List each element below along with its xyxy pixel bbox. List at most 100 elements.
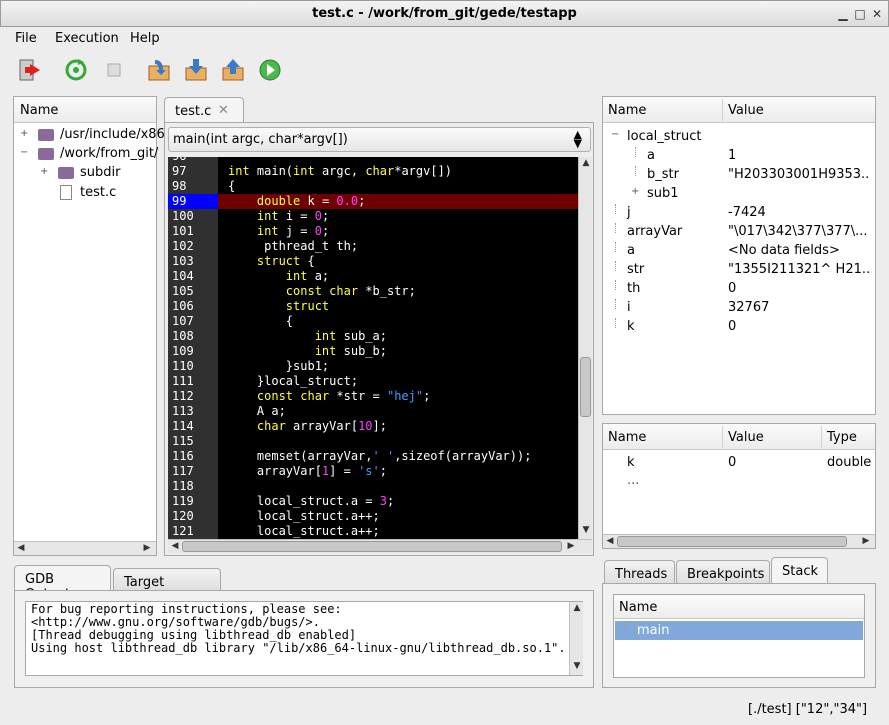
locals-row[interactable]: + sub1	[603, 185, 875, 203]
locals-row-value: 1	[728, 148, 737, 163]
tab-stack[interactable]: Stack	[771, 557, 828, 584]
locals-row[interactable]: a <No data fields>	[603, 242, 875, 260]
gdb-output-text[interactable]: For bug reporting instructions, please s…	[25, 601, 583, 676]
tab-threads[interactable]: Threads	[604, 560, 675, 584]
hscroll-thumb[interactable]	[617, 536, 847, 547]
stack-panel: Name main	[602, 583, 876, 688]
line-number[interactable]: 105	[168, 284, 218, 299]
line-number[interactable]: 116	[168, 449, 218, 464]
step-into-icon[interactable]	[145, 56, 173, 84]
code-line: int j = 0;	[256, 224, 330, 238]
watch-row-name[interactable]: k	[627, 455, 635, 470]
collapse-icon[interactable]: −	[20, 147, 28, 158]
close-icon[interactable]: ✕	[869, 6, 885, 22]
maximize-icon[interactable]: □	[852, 6, 868, 22]
editor-panel: main(int argc, char*argv[]) ▲▼ 9697 int m…	[164, 122, 594, 556]
line-number[interactable]: 103	[168, 254, 218, 269]
locals-row-name: local_struct	[627, 129, 702, 144]
locals-header-value: Value	[728, 103, 764, 118]
hscroll-thumb[interactable]	[182, 541, 562, 552]
tab-target-output[interactable]: Target Output	[113, 568, 221, 605]
quit-icon[interactable]	[16, 56, 44, 84]
locals-row[interactable]: i 32767	[603, 299, 875, 317]
code-line: const char *str = "hej";	[256, 389, 431, 403]
continue-icon[interactable]	[256, 56, 284, 84]
output-panel: For bug reporting instructions, please s…	[14, 590, 594, 688]
line-number[interactable]: 107	[168, 314, 218, 329]
locals-row-name: a	[647, 148, 655, 163]
output-vscrollbar[interactable]: ▲ ▼	[569, 602, 583, 675]
restart-icon[interactable]	[62, 56, 90, 84]
scroll-thumb[interactable]	[580, 357, 591, 417]
line-number[interactable]: 112	[168, 389, 218, 404]
locals-row[interactable]: a1	[603, 147, 875, 165]
stack-list: Name main	[613, 594, 865, 678]
line-number[interactable]: 96	[168, 157, 218, 164]
code-line: local_struct.a++;	[228, 509, 380, 523]
line-number[interactable]: 106	[168, 299, 218, 314]
stop-icon[interactable]	[100, 56, 128, 84]
line-number[interactable]: 113	[168, 404, 218, 419]
line-number[interactable]: 104	[168, 269, 218, 284]
tab-breakpoints[interactable]: Breakpoints	[676, 560, 770, 584]
expand-icon[interactable]: +	[631, 186, 639, 197]
line-number[interactable]: 98	[168, 179, 218, 194]
locals-row-value: 0	[728, 319, 737, 334]
line-number[interactable]: 100	[168, 209, 218, 224]
line-number[interactable]: 108	[168, 329, 218, 344]
line-number[interactable]: 97	[168, 164, 218, 179]
locals-row[interactable]: th 0	[603, 280, 875, 298]
line-number[interactable]: 119	[168, 494, 218, 509]
dropdown-icon: ▲ ▼	[573, 128, 582, 150]
locals-row[interactable]: b_str "H203303001H9353...	[603, 166, 875, 184]
line-number[interactable]: 110	[168, 359, 218, 374]
watch-hscrollbar[interactable]: ◀ ▶	[603, 534, 875, 548]
expand-icon[interactable]: +	[40, 166, 48, 177]
locals-row[interactable]: str "1355I211321^ H21...	[603, 261, 875, 279]
line-number[interactable]: 121	[168, 524, 218, 539]
watch-add-row[interactable]: ...	[627, 473, 639, 488]
locals-row[interactable]: − local_struct	[603, 128, 875, 146]
locals-row[interactable]: j -7424	[603, 204, 875, 222]
line-number[interactable]: 120	[168, 509, 218, 524]
locals-row-name: i	[627, 300, 631, 315]
line-number[interactable]: 111	[168, 374, 218, 389]
code-hscrollbar[interactable]: ◀ ▶	[168, 539, 592, 553]
stack-frame-label: main	[637, 623, 670, 638]
file-tree: Name + /usr/include/x86 − /work/from_git…	[13, 96, 165, 556]
menu-execution[interactable]: Execution	[55, 31, 119, 46]
line-number[interactable]: 99	[168, 194, 218, 209]
menu-help[interactable]: Help	[130, 31, 160, 46]
line-number[interactable]: 109	[168, 344, 218, 359]
stack-frame-row[interactable]: main	[615, 621, 863, 640]
tab-stack-label: Stack	[782, 564, 818, 579]
locals-row-name: k	[627, 319, 635, 334]
expand-icon[interactable]: +	[20, 128, 28, 139]
locals-row-value: -7424	[728, 205, 766, 220]
file-tree-hscrollbar[interactable]: ◀ ▶	[14, 541, 156, 555]
locals-row[interactable]: arrayVar "\017\342\377\377\...	[603, 223, 875, 241]
code-vscrollbar[interactable]: ▲ ▼	[578, 157, 592, 539]
collapse-icon[interactable]: −	[611, 129, 619, 140]
watch-panel: Name Value Type k 0 double ... ◀ ▶	[602, 423, 876, 549]
code-view[interactable]: 9697 int main(int argc, char*argv[]) 98 {99…	[168, 157, 578, 539]
locals-header-name: Name	[608, 103, 647, 118]
function-selector[interactable]: main(int argc, char*argv[]) ▲ ▼	[168, 127, 591, 152]
minimize-icon[interactable]: ▁	[835, 6, 851, 22]
locals-row-value: 0	[728, 281, 737, 296]
line-number[interactable]: 118	[168, 479, 218, 494]
tab-test-c[interactable]: test.c ✕	[164, 97, 244, 123]
line-number[interactable]: 115	[168, 434, 218, 449]
line-number[interactable]: 117	[168, 464, 218, 479]
line-number[interactable]: 114	[168, 419, 218, 434]
menu-file[interactable]: File	[15, 31, 37, 46]
locals-row-name: th	[627, 281, 641, 296]
locals-row[interactable]: k0	[603, 318, 875, 336]
code-line: pthread_t th;	[228, 239, 359, 253]
step-over-icon[interactable]	[182, 56, 210, 84]
line-number[interactable]: 101	[168, 224, 218, 239]
close-tab-icon[interactable]: ✕	[218, 103, 229, 118]
step-out-icon[interactable]	[219, 56, 247, 84]
line-number[interactable]: 102	[168, 239, 218, 254]
tab-gdb-output[interactable]: GDB Output	[14, 565, 111, 602]
